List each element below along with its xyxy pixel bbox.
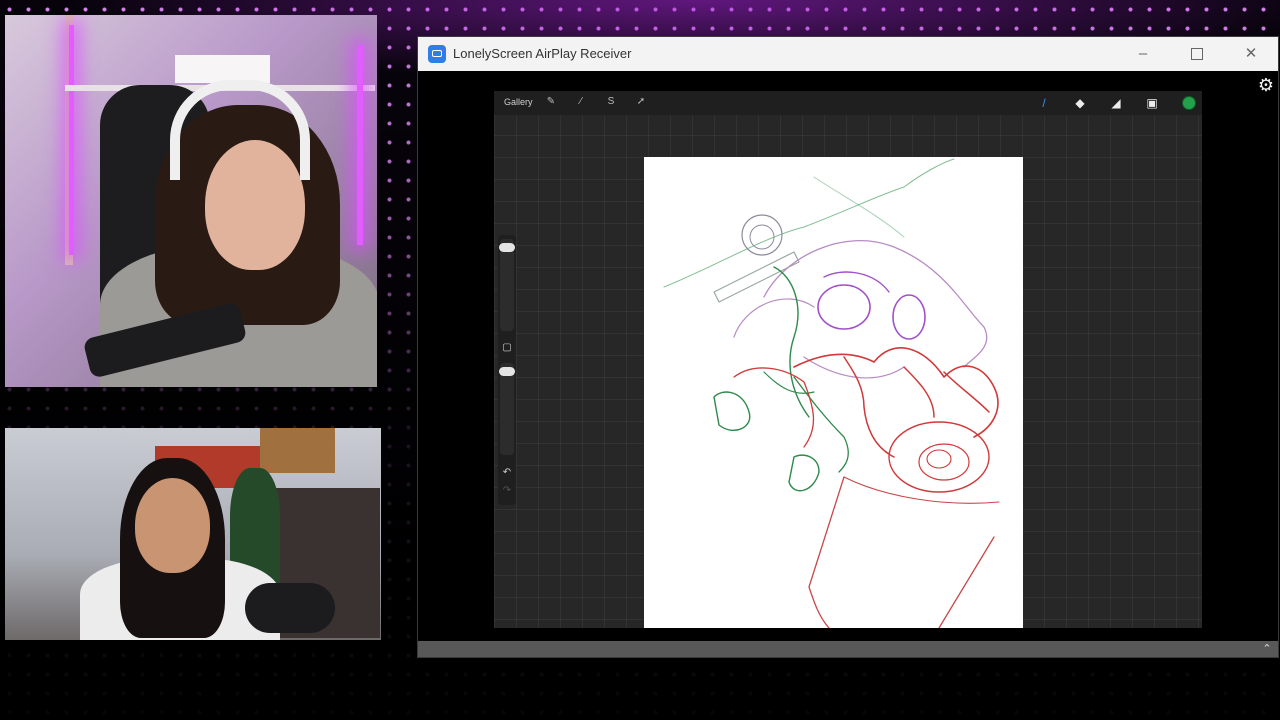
wall-decor — [260, 428, 335, 473]
minimize-button[interactable]: – — [1120, 37, 1166, 71]
close-button[interactable]: ✕ — [1228, 37, 1274, 71]
wrench-icon[interactable]: ✎ — [544, 95, 558, 109]
gallery-button[interactable]: Gallery — [504, 97, 533, 107]
webcam-feed-guest — [5, 428, 381, 640]
smudge-icon[interactable]: ◆ — [1072, 95, 1088, 111]
undo-icon[interactable]: ↶ — [501, 467, 513, 479]
transform-arrow-icon[interactable]: ➚ — [634, 95, 648, 109]
guest-face — [135, 478, 210, 573]
scroll-up-chevron-icon[interactable]: ⌃ — [1260, 641, 1274, 657]
selection-icon[interactable]: S — [604, 95, 618, 109]
opacity-slider[interactable] — [500, 363, 514, 455]
layers-icon[interactable]: ▣ — [1144, 95, 1160, 111]
magic-wand-icon[interactable]: ⁄ — [574, 95, 588, 109]
neon-light-strip-right — [357, 45, 363, 245]
webcam-feed-streamer — [5, 15, 377, 387]
window-title: LonelyScreen AirPlay Receiver — [453, 46, 632, 61]
neon-light-strip — [69, 25, 74, 255]
maximize-icon — [1191, 48, 1203, 61]
drawing-canvas[interactable] — [644, 157, 1023, 628]
window-titlebar[interactable]: LonelyScreen AirPlay Receiver – ✕ — [418, 37, 1278, 71]
airplay-app-icon — [428, 45, 446, 63]
headphones — [170, 80, 310, 180]
guest-microphone — [245, 583, 335, 633]
procreate-sidebar: ▢ ↶ ↷ — [498, 235, 516, 505]
modify-button-icon[interactable]: ▢ — [501, 342, 513, 354]
settings-gear-icon[interactable]: ⚙ — [1256, 75, 1276, 95]
mirrored-ipad-screen: Gallery ✎ ⁄ S ➚ / ◆ ◢ ▣ ▢ ↶ ↷ — [494, 91, 1202, 628]
brush-size-thumb[interactable] — [499, 243, 515, 252]
redo-icon[interactable]: ↷ — [501, 485, 513, 497]
sketch-drawing — [663, 158, 1000, 628]
brush-icon[interactable]: / — [1036, 95, 1052, 111]
opacity-thumb[interactable] — [499, 367, 515, 376]
horizontal-scrollbar[interactable]: ⌃ — [418, 641, 1278, 657]
eraser-icon[interactable]: ◢ — [1108, 95, 1124, 111]
color-picker-swatch[interactable] — [1182, 96, 1196, 110]
lonelyscreen-window: LonelyScreen AirPlay Receiver – ✕ ⚙ Gall… — [417, 36, 1279, 658]
storage-box — [175, 55, 270, 83]
maximize-button[interactable] — [1174, 37, 1220, 71]
procreate-toolbar: Gallery ✎ ⁄ S ➚ / ◆ ◢ ▣ — [494, 91, 1202, 115]
brush-size-slider[interactable] — [500, 239, 514, 331]
